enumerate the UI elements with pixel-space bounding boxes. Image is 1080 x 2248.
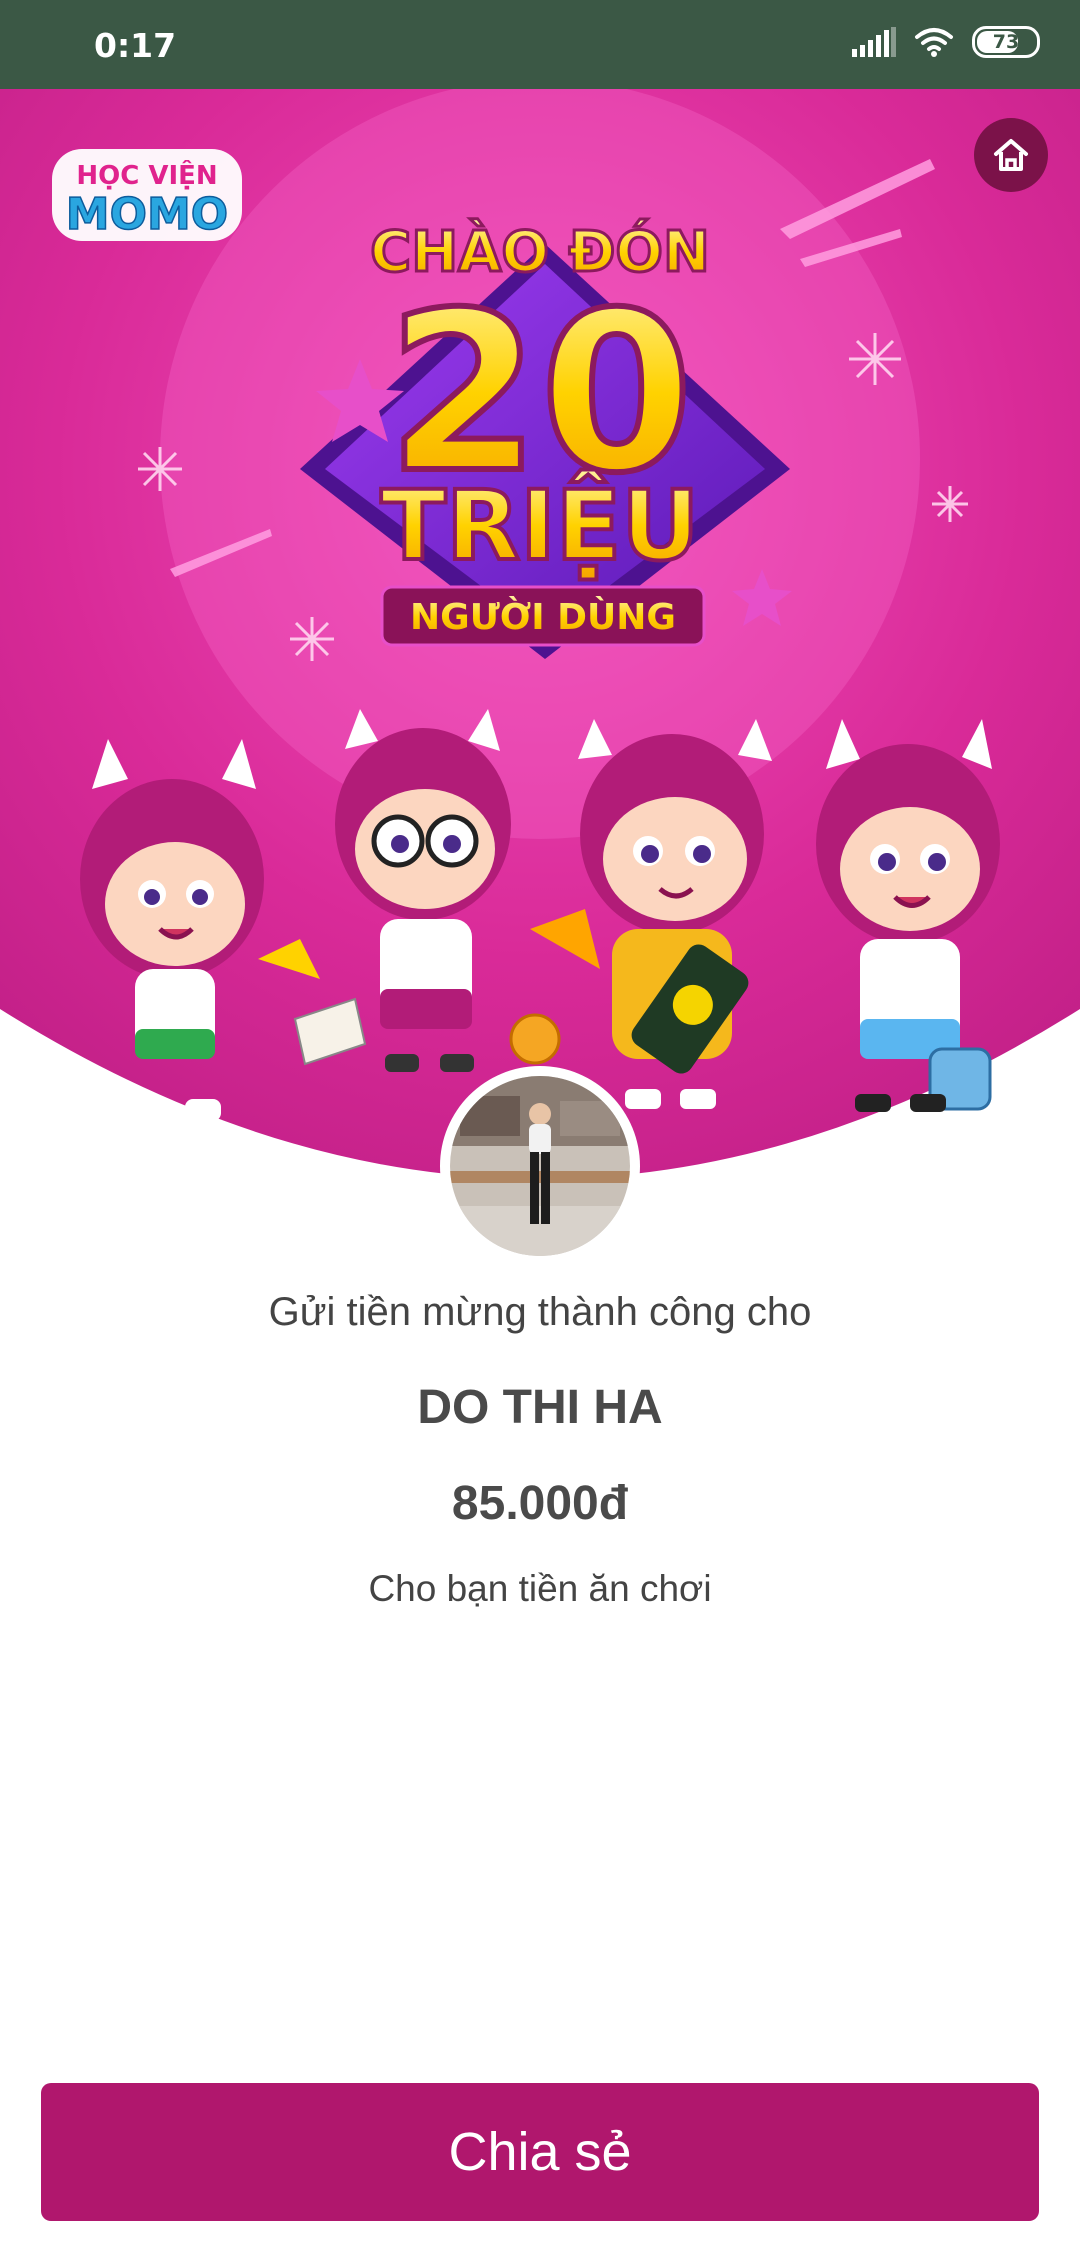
home-button[interactable] <box>974 118 1048 192</box>
success-message: Gửi tiền mừng thành công cho <box>268 1290 812 1334</box>
status-time: 0:17 <box>94 26 177 65</box>
headline-bottom: NGƯỜI DÙNG <box>410 596 676 638</box>
hoc-vien-momo-logo: HỌC VIỆN MOMO <box>52 149 242 241</box>
gift-amount: 85.000đ <box>451 1477 629 1530</box>
wifi-icon <box>915 28 953 57</box>
signal-icon <box>852 27 896 57</box>
status-bar: 0:17 73 <box>0 0 1080 89</box>
status-icons: 73 <box>852 26 1040 58</box>
headline-unit: TRIỆU <box>381 469 700 582</box>
share-button[interactable]: Chia sẻ <box>41 2083 1039 2221</box>
logo-line1: HỌC VIỆN <box>76 159 217 191</box>
celebration-banner: CHÀO ĐÓN 20 TRIỆU NGƯỜI DÙNG HỌC VIỆN MO… <box>0 89 1080 1199</box>
battery-level: 73 <box>992 31 1020 53</box>
recipient-avatar <box>440 1066 640 1266</box>
recipient-name: DO THI HA <box>417 1381 663 1434</box>
gift-note: Cho bạn tiền ăn chơi <box>368 1568 712 1609</box>
battery-icon: 73 <box>972 26 1040 58</box>
home-icon <box>994 139 1028 171</box>
logo-line2: MOMO <box>66 189 228 240</box>
